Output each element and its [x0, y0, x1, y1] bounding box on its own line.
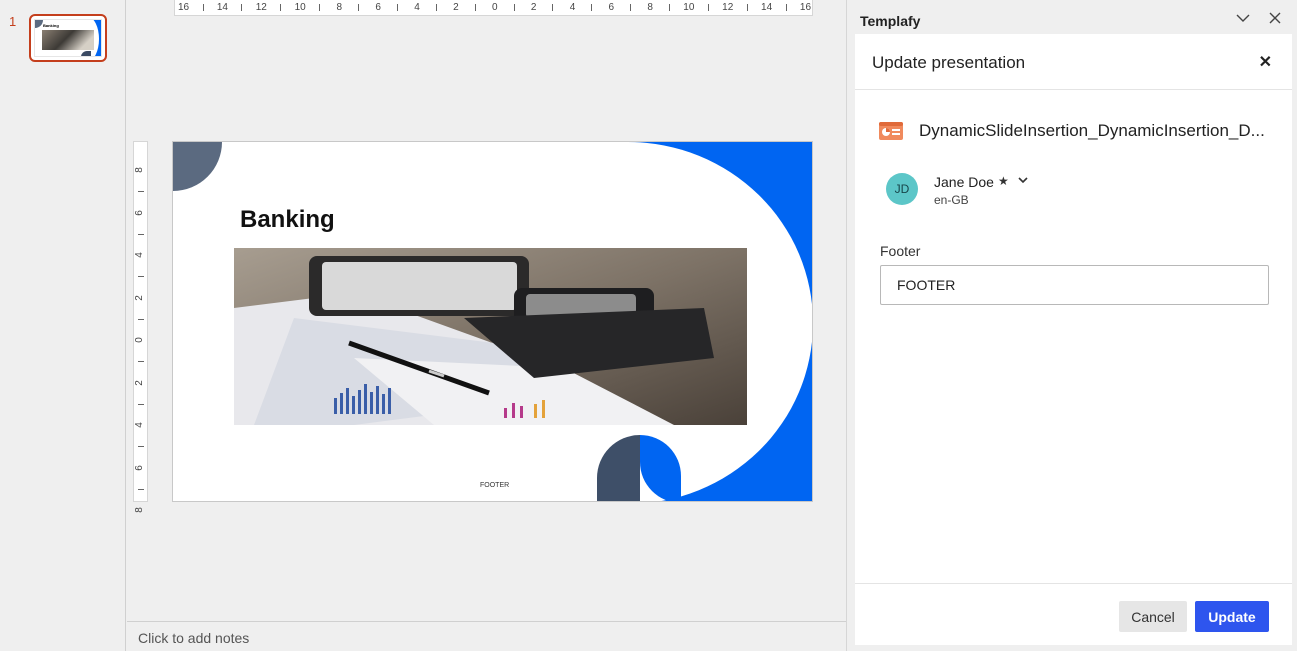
notes-placeholder: Click to add notes — [138, 630, 250, 646]
ruler-tick — [630, 4, 632, 11]
user-locale: en-GB — [934, 193, 969, 207]
ruler-tick — [138, 488, 144, 490]
ruler-label: 8 — [647, 2, 653, 13]
notes-pane[interactable]: Click to add notes — [127, 621, 846, 651]
avatar: JD — [886, 173, 918, 205]
card-title: Update presentation — [872, 53, 1026, 72]
ruler-tick — [358, 4, 360, 11]
ruler-label: 6 — [608, 2, 615, 13]
slide-title[interactable]: Banking — [240, 206, 335, 234]
update-presentation-card: Update presentation ✕ DynamicSlideInsert… — [855, 34, 1292, 645]
ruler-tick — [552, 4, 554, 11]
ruler-label: 0 — [133, 337, 145, 343]
ruler-tick — [241, 4, 243, 11]
ruler-label: 8 — [133, 507, 145, 513]
thumbnail-photo — [42, 30, 94, 50]
slide-thumbnail-pane: 1 Banking — [0, 0, 126, 651]
star-icon: ★ — [998, 174, 1009, 188]
close-icon[interactable]: ✕ — [1259, 52, 1272, 72]
templafy-panel: Templafy Update presentation ✕ DynamicSl… — [846, 0, 1297, 651]
slide-thumbnail-preview: Banking — [34, 19, 102, 57]
ruler-tick — [138, 233, 144, 235]
ruler-label: 4 — [133, 252, 145, 258]
ruler-label: 6 — [375, 2, 381, 13]
ruler-label: 10 — [294, 2, 306, 13]
slide-photo[interactable] — [234, 248, 747, 425]
ruler-tick — [138, 318, 144, 320]
ruler-label: 14 — [216, 2, 228, 13]
ruler-tick — [746, 4, 748, 11]
ruler-tick — [669, 4, 671, 11]
user-selector[interactable]: JD Jane Doe ★ en-GB — [886, 172, 1186, 212]
ruler-tick — [785, 4, 787, 11]
cancel-button[interactable]: Cancel — [1119, 601, 1187, 632]
ruler-label: 12 — [722, 2, 734, 13]
panel-title: Templafy — [860, 13, 921, 29]
ruler-label: 14 — [761, 2, 773, 13]
footer-field-label: Footer — [880, 243, 921, 259]
ruler-label: 6 — [133, 209, 145, 216]
panel-header: Templafy — [847, 0, 1297, 34]
ruler-tick — [138, 276, 144, 278]
slide-corner-shape — [173, 142, 222, 191]
card-footer: Cancel Update — [855, 583, 1292, 645]
ruler-tick — [138, 403, 144, 405]
chevron-down-icon[interactable] — [1016, 173, 1032, 189]
vertical-ruler: 8 6 4 2 0 2 4 6 8 — [133, 141, 148, 513]
ruler-label: 2 — [133, 294, 145, 301]
ruler-tick — [319, 4, 321, 11]
ruler-label: 2 — [133, 379, 145, 386]
ruler-label: 4 — [414, 2, 420, 13]
ruler-label: 4 — [569, 2, 576, 13]
footer-input[interactable] — [880, 265, 1269, 305]
close-icon[interactable] — [1266, 11, 1284, 29]
slide-thumbnail[interactable]: Banking — [29, 14, 107, 62]
ruler-label: 10 — [683, 2, 695, 13]
banking-photo-image — [234, 248, 747, 425]
ruler-tick — [396, 4, 398, 11]
ruler-label: 4 — [133, 422, 145, 428]
ruler-tick — [513, 4, 515, 11]
ruler-tick — [280, 4, 282, 11]
thumbnail-corner-shape — [35, 20, 43, 28]
card-header: Update presentation ✕ — [855, 34, 1292, 90]
ruler-label: 16 — [799, 2, 812, 13]
slide-number: 1 — [9, 14, 17, 29]
ruler-label: 2 — [453, 2, 459, 13]
chevron-down-icon[interactable] — [1234, 11, 1252, 29]
update-button[interactable]: Update — [1195, 601, 1269, 632]
ruler-tick — [591, 4, 593, 11]
ruler-label: 16 — [178, 2, 190, 13]
ruler-tick — [138, 191, 144, 193]
ruler-label: 8 — [133, 167, 145, 173]
ruler-tick — [474, 4, 476, 11]
ruler-tick — [202, 4, 204, 11]
ruler-label: 8 — [336, 2, 343, 13]
slide-canvas[interactable]: Banking FOOTER — [172, 141, 813, 502]
ruler-tick — [707, 4, 709, 11]
user-name: Jane Doe — [934, 174, 994, 190]
ruler-label: 12 — [255, 2, 267, 13]
ruler-label: 2 — [530, 2, 537, 13]
slide-footer-text[interactable]: FOOTER — [480, 482, 509, 489]
ruler-label: 0 — [491, 2, 498, 13]
slide-editor: 16 14 12 10 8 6 4 2 0 2 4 6 8 10 12 14 16 8 6 4 2 0 2 4 6 8 Bank… — [127, 0, 846, 621]
ruler-label: 6 — [133, 464, 145, 471]
horizontal-ruler: 16 14 12 10 8 6 4 2 0 2 4 6 8 10 12 14 16 — [174, 0, 813, 16]
ruler-tick — [435, 4, 437, 11]
thumbnail-leaf-shape — [81, 51, 91, 56]
file-row: DynamicSlideInsertion_DynamicInsertion_D… — [879, 120, 1279, 142]
file-name: DynamicSlideInsertion_DynamicInsertion_D… — [919, 121, 1265, 140]
powerpoint-file-icon — [879, 121, 903, 141]
ruler-tick — [138, 361, 144, 363]
ruler-tick — [138, 446, 144, 448]
thumbnail-title: Banking — [43, 23, 59, 28]
